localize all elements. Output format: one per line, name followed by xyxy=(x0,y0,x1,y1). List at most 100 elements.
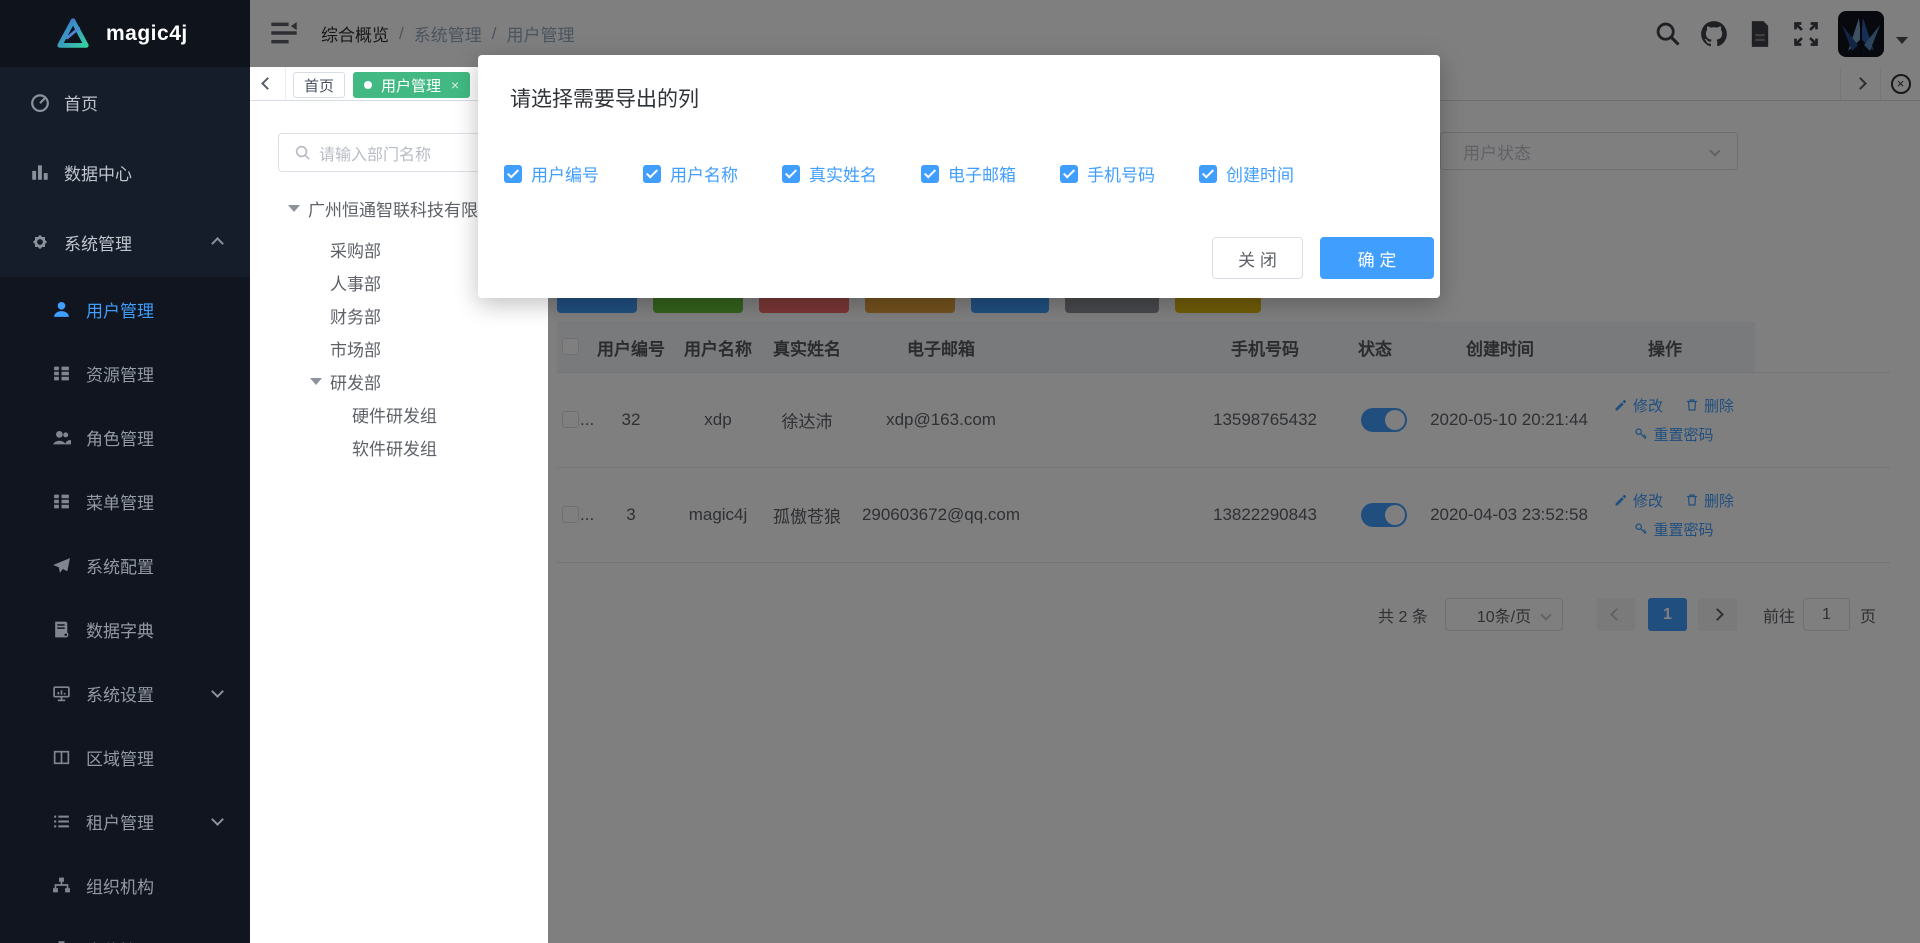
chart-icon xyxy=(30,162,50,182)
search-icon xyxy=(294,144,311,161)
tabs-scroll-left-button[interactable] xyxy=(250,67,286,100)
tree-node-label: 研发部 xyxy=(330,369,381,394)
sidebar-item-data-dict[interactable]: 数据字典 xyxy=(0,597,250,661)
tree-node-label: 市场部 xyxy=(330,336,381,361)
book-icon xyxy=(52,620,71,639)
sidebar-item-label: 角色管理 xyxy=(86,425,154,450)
tree-node-dept[interactable]: 研发部 xyxy=(310,365,381,398)
sidebar-item-system-settings[interactable]: 系统设置 xyxy=(0,661,250,725)
send-icon xyxy=(52,556,71,575)
users-icon xyxy=(52,428,71,447)
option-label: 真实姓名 xyxy=(809,161,877,186)
checkbox-checked-icon[interactable] xyxy=(782,165,800,183)
app-title: magic4j xyxy=(106,22,188,46)
column-options: 用户编号 用户名称 真实姓名 电子邮箱 手机号码 创建时间 xyxy=(504,161,1294,186)
sidebar-item-label: 首页 xyxy=(64,90,98,115)
tab-label: 用户管理 xyxy=(381,75,441,96)
tree-node-dept[interactable]: 人事部 xyxy=(330,266,381,299)
tree-icon xyxy=(52,492,71,511)
sidebar-item-post-mgmt[interactable]: 岗位管理 xyxy=(0,917,250,943)
option-username[interactable]: 用户名称 xyxy=(643,161,738,186)
sidebar-item-label: 组织机构 xyxy=(86,873,154,898)
app-logo-icon xyxy=(54,16,92,52)
tree-expand-icon[interactable] xyxy=(288,205,300,212)
sidebar-item-label: 用户管理 xyxy=(86,297,154,322)
chevron-down-icon xyxy=(211,685,224,698)
sidebar: magic4j 首页 数据中心 系统管理 用户管理 资源管理 xyxy=(0,0,250,943)
logo[interactable]: magic4j xyxy=(0,0,250,67)
sidebar-item-user-mgmt[interactable]: 用户管理 xyxy=(0,277,250,341)
sitemap-icon xyxy=(52,876,71,895)
tree-node-label: 财务部 xyxy=(330,303,381,328)
sidebar-item-label: 数据字典 xyxy=(86,617,154,642)
tab-user-mgmt[interactable]: 用户管理 × xyxy=(353,72,470,98)
export-columns-dialog: 请选择需要导出的列 用户编号 用户名称 真实姓名 电子邮箱 手机号码 创建时间 … xyxy=(478,55,1440,298)
list-icon xyxy=(52,812,71,831)
option-label: 电子邮箱 xyxy=(948,161,1016,186)
close-button[interactable]: 关 闭 xyxy=(1212,237,1303,279)
badge-icon xyxy=(52,940,71,943)
tree-node-dept[interactable]: 财务部 xyxy=(330,299,381,332)
chevron-up-icon xyxy=(211,237,224,250)
option-email[interactable]: 电子邮箱 xyxy=(921,161,1016,186)
sidebar-item-label: 岗位管理 xyxy=(86,937,154,943)
sidebar-item-role-mgmt[interactable]: 角色管理 xyxy=(0,405,250,469)
option-created[interactable]: 创建时间 xyxy=(1199,161,1294,186)
chevron-down-icon xyxy=(211,813,224,826)
sidebar-item-label: 系统管理 xyxy=(64,230,132,255)
sidebar-item-label: 系统配置 xyxy=(86,553,154,578)
tab-home[interactable]: 首页 xyxy=(293,72,345,98)
option-label: 创建时间 xyxy=(1226,161,1294,186)
tree-icon xyxy=(52,364,71,383)
dialog-title: 请选择需要导出的列 xyxy=(510,83,699,113)
option-label: 手机号码 xyxy=(1087,161,1155,186)
tree-node-group[interactable]: 硬件研发组 xyxy=(352,398,437,431)
columns-icon xyxy=(52,748,71,767)
checkbox-checked-icon[interactable] xyxy=(504,165,522,183)
sidebar-item-resource-mgmt[interactable]: 资源管理 xyxy=(0,341,250,405)
sidebar-item-system-config[interactable]: 系统配置 xyxy=(0,533,250,597)
tree-node-dept[interactable]: 采购部 xyxy=(330,233,381,266)
tree-node-label: 硬件研发组 xyxy=(352,402,437,427)
confirm-button[interactable]: 确 定 xyxy=(1320,237,1434,279)
modal-overlay[interactable] xyxy=(1440,67,1920,101)
option-phone[interactable]: 手机号码 xyxy=(1060,161,1155,186)
checkbox-checked-icon[interactable] xyxy=(1199,165,1217,183)
sidebar-item-menu-mgmt[interactable]: 菜单管理 xyxy=(0,469,250,533)
tree-node-label: 软件研发组 xyxy=(352,435,437,460)
checkbox-checked-icon[interactable] xyxy=(1060,165,1078,183)
monitor-icon xyxy=(52,684,71,703)
sidebar-item-label: 数据中心 xyxy=(64,160,132,185)
option-label: 用户编号 xyxy=(531,161,599,186)
user-icon xyxy=(52,300,71,319)
sidebar-item-tenant-mgmt[interactable]: 租户管理 xyxy=(0,789,250,853)
sidebar-item-region-mgmt[interactable]: 区域管理 xyxy=(0,725,250,789)
sidebar-item-label: 菜单管理 xyxy=(86,489,154,514)
sidebar-item-label: 资源管理 xyxy=(86,361,154,386)
sidebar-submenu: 用户管理 资源管理 角色管理 菜单管理 系统配置 数据字典 xyxy=(0,277,250,943)
sidebar-item-label: 租户管理 xyxy=(86,809,154,834)
option-user-id[interactable]: 用户编号 xyxy=(504,161,599,186)
gear-icon xyxy=(30,232,50,252)
sidebar-item-label: 系统设置 xyxy=(86,681,154,706)
tree-node-label: 采购部 xyxy=(330,237,381,262)
sidebar-item-data-center[interactable]: 数据中心 xyxy=(0,137,250,207)
checkbox-checked-icon[interactable] xyxy=(643,165,661,183)
checkbox-checked-icon[interactable] xyxy=(921,165,939,183)
chevron-left-icon xyxy=(261,77,274,90)
sidebar-item-home[interactable]: 首页 xyxy=(0,67,250,137)
option-label: 用户名称 xyxy=(670,161,738,186)
option-realname[interactable]: 真实姓名 xyxy=(782,161,877,186)
dashboard-icon xyxy=(30,92,50,112)
tree-node-group[interactable]: 软件研发组 xyxy=(352,431,437,464)
close-icon[interactable]: × xyxy=(451,77,459,93)
tree-node-label: 人事部 xyxy=(330,270,381,295)
active-dot-icon xyxy=(364,81,372,89)
search-placeholder: 请输入部门名称 xyxy=(319,141,431,165)
sidebar-item-org-structure[interactable]: 组织机构 xyxy=(0,853,250,917)
sidebar-item-label: 区域管理 xyxy=(86,745,154,770)
tab-label: 首页 xyxy=(304,75,334,96)
tree-expand-icon[interactable] xyxy=(310,378,322,385)
tree-node-dept[interactable]: 市场部 xyxy=(330,332,381,365)
sidebar-item-system[interactable]: 系统管理 xyxy=(0,207,250,277)
